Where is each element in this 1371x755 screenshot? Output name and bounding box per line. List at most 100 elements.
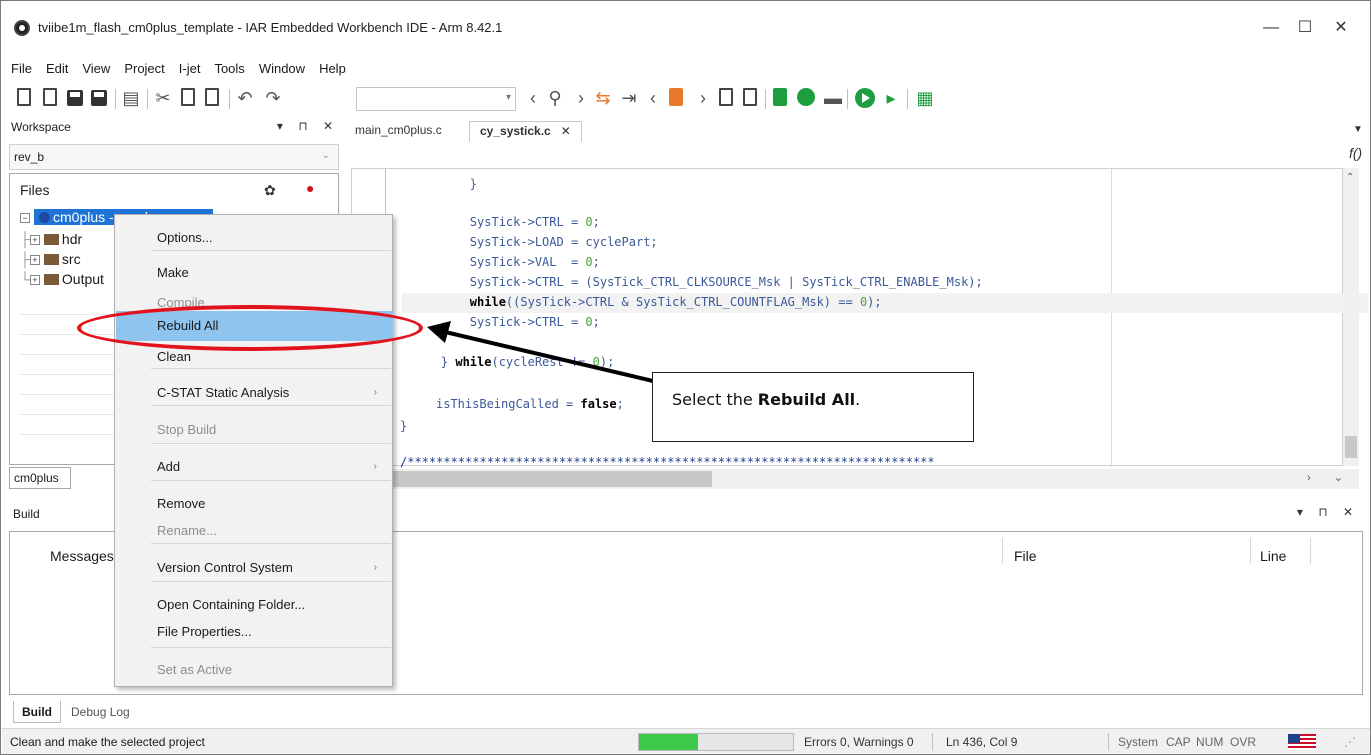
code-line: SysTick->CTRL = (SysTick_CTRL_CLKSOURCE_… (412, 275, 983, 289)
expand-icon[interactable]: + (29, 235, 40, 245)
scroll-thumb[interactable] (1345, 436, 1357, 458)
menu-help[interactable]: Help (319, 59, 346, 79)
gear-icon[interactable]: ✿ (264, 182, 276, 199)
workspace-tab-cm0plus[interactable]: cm0plus (9, 467, 71, 489)
close-icon[interactable]: ✕ (561, 124, 571, 138)
menu-separator (151, 443, 391, 444)
maximize-button[interactable]: ☐ (1290, 15, 1320, 41)
tree-item-output[interactable]: └ + Output (20, 269, 104, 289)
context-menu-item[interactable]: Set as Active (116, 655, 393, 685)
menu-edit[interactable]: Edit (46, 59, 68, 79)
menu-tools[interactable]: Tools (214, 59, 244, 79)
forward-icon[interactable]: › (571, 88, 591, 108)
context-menu-label: Make (157, 265, 189, 280)
layout-icon[interactable]: ▦ (915, 88, 935, 108)
indent-icon[interactable]: ⇥ (619, 88, 639, 108)
redo-icon[interactable]: ↷ (263, 88, 283, 108)
print-icon[interactable]: ▤ (121, 88, 141, 108)
save-all-icon[interactable] (91, 90, 107, 106)
column-divider[interactable] (1250, 538, 1251, 564)
scroll-arrows-icon[interactable]: › ⌄ (1307, 471, 1353, 484)
context-menu-item[interactable]: Open Containing Folder... (116, 590, 393, 620)
menu-view[interactable]: View (82, 59, 110, 79)
bookmark-icon[interactable] (669, 88, 683, 106)
undo-icon[interactable]: ↶ (235, 88, 255, 108)
open-file-icon[interactable] (43, 88, 57, 106)
find-combo[interactable]: ▾ (356, 87, 516, 111)
tab-build[interactable]: Build (13, 701, 61, 723)
cut-icon[interactable]: ✂ (153, 88, 173, 108)
column-divider[interactable] (1310, 538, 1311, 564)
tree-item-hdr[interactable]: ├ + hdr (20, 229, 82, 249)
column-header-file[interactable]: File (1014, 548, 1037, 564)
workspace-title: Workspace (11, 120, 71, 134)
code-line: } (412, 177, 478, 191)
next-bookmark-icon[interactable]: › (693, 88, 713, 108)
context-menu-item[interactable]: Remove (116, 489, 393, 519)
expand-icon[interactable]: + (29, 255, 40, 265)
context-menu-item[interactable]: Rename... (116, 516, 393, 546)
code-line: SysTick->LOAD = cyclePart; (412, 235, 658, 249)
back-icon[interactable]: ‹ (523, 88, 543, 108)
scroll-up-icon[interactable]: ⌃ (1346, 172, 1354, 183)
close-button[interactable]: ✕ (1326, 15, 1356, 41)
configuration-select[interactable]: rev_b ⌄ (9, 144, 339, 170)
submenu-arrow-icon: › (373, 387, 377, 398)
annotation-callout: Select the Rebuild All. (652, 372, 974, 442)
context-menu-label: Options... (157, 230, 213, 245)
make-icon[interactable] (797, 88, 815, 106)
paste-icon[interactable] (205, 88, 219, 106)
project-icon (39, 212, 50, 223)
workspace-window-controls[interactable]: ▾ ⊓ ✕ (277, 119, 339, 133)
compile-icon[interactable] (773, 88, 787, 106)
context-menu-item[interactable]: C-STAT Static Analysis › (116, 378, 393, 408)
context-menu-item[interactable]: Make (116, 258, 393, 288)
toolbar-separator (147, 89, 148, 109)
search-icon[interactable]: ⚲ (545, 88, 565, 108)
menu-separator (151, 368, 391, 369)
highlight-ellipse (77, 305, 423, 351)
context-menu-item[interactable]: Options... (116, 223, 393, 253)
context-menu-item[interactable]: File Properties... (116, 617, 393, 647)
configuration-value: rev_b (14, 150, 45, 164)
tab-debug-log[interactable]: Debug Log (63, 701, 138, 723)
scroll-thumb[interactable] (367, 471, 712, 487)
editor-horizontal-scrollbar[interactable]: › ⌄ (351, 469, 1359, 489)
code-line: SysTick->CTRL = 0; (412, 215, 600, 229)
collapse-icon[interactable]: − (20, 213, 30, 223)
expand-icon[interactable]: + (29, 275, 40, 285)
context-menu-label: Add (157, 459, 181, 474)
editor-vertical-scrollbar[interactable]: ⌃ (1343, 168, 1359, 466)
download-debug-icon[interactable] (855, 88, 875, 108)
column-divider[interactable] (1002, 538, 1003, 564)
tree-item-src[interactable]: ├ + src (20, 249, 81, 269)
error-summary: Errors 0, Warnings 0 (804, 735, 914, 749)
menu-window[interactable]: Window (259, 59, 305, 79)
save-icon[interactable] (67, 90, 83, 106)
next-page-icon[interactable] (743, 88, 757, 106)
menu-ijet[interactable]: I-jet (179, 59, 201, 79)
prev-page-icon[interactable] (719, 88, 733, 106)
menu-project[interactable]: Project (124, 59, 164, 79)
debug-without-download-icon[interactable]: ▸ (881, 88, 901, 108)
stop-build-icon[interactable]: ▬ (823, 88, 843, 108)
column-header-line[interactable]: Line (1260, 548, 1286, 564)
prev-bookmark-icon[interactable]: ‹ (643, 88, 663, 108)
new-file-icon[interactable] (17, 88, 31, 106)
tab-main-cm0plus[interactable]: main_cm0plus.c (355, 123, 442, 137)
context-menu-item[interactable]: Stop Build (116, 415, 393, 445)
tab-cy-systick[interactable]: cy_systick.c ✕ (469, 121, 582, 142)
context-menu-item[interactable]: Version Control System › (116, 553, 393, 583)
us-flag-icon (1288, 734, 1316, 750)
resize-grip-icon[interactable]: ⋰ (1344, 735, 1356, 749)
toggle-bookmark-icon[interactable]: ⇆ (593, 88, 613, 108)
callout-prefix: Select the (672, 390, 758, 409)
minimize-button[interactable]: — (1256, 15, 1286, 41)
tab-list-chevron-icon[interactable]: ▼ (1353, 124, 1363, 135)
column-header-messages[interactable]: Messages (50, 548, 114, 564)
copy-icon[interactable] (181, 88, 195, 106)
menu-file[interactable]: File (11, 59, 32, 79)
function-list-icon[interactable]: f() (1349, 145, 1362, 161)
build-window-controls[interactable]: ▾ ⊓ ✕ (1297, 505, 1359, 519)
context-menu-item[interactable]: Add › (116, 452, 393, 482)
